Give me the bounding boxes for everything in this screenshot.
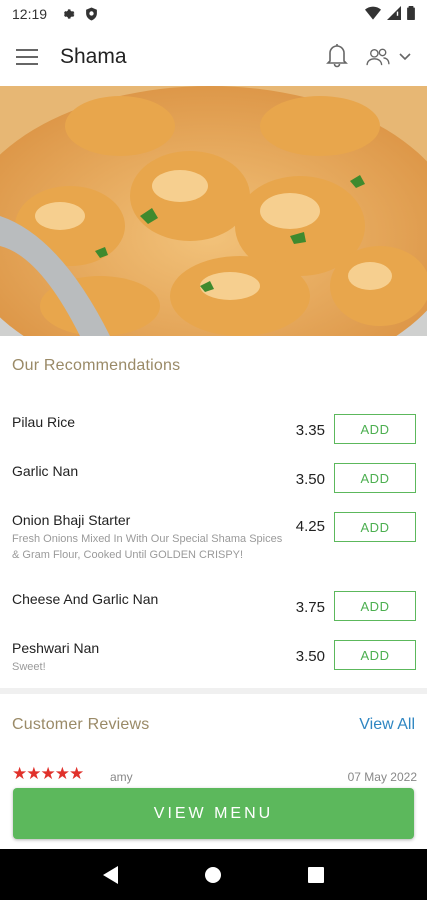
cell-signal-icon	[387, 5, 401, 23]
item-name: Garlic Nan	[12, 463, 79, 479]
review-date: 07 May 2022	[347, 770, 417, 784]
item-price: 3.75	[295, 599, 325, 616]
add-button[interactable]: ADD	[334, 463, 416, 493]
account-switch-icon[interactable]	[365, 47, 411, 67]
item-name: Onion Bhaji Starter	[12, 512, 131, 528]
wifi-icon	[365, 6, 381, 23]
view-menu-button[interactable]: VIEW MENU	[13, 788, 414, 839]
app-bar: Shama	[0, 28, 427, 86]
add-button[interactable]: ADD	[334, 512, 416, 542]
star-rating: ★★★★★	[12, 764, 84, 783]
add-button[interactable]: ADD	[334, 591, 416, 621]
battery-icon	[407, 5, 415, 23]
chevron-down-icon	[399, 53, 411, 61]
home-icon[interactable]	[198, 860, 228, 890]
back-icon[interactable]	[96, 860, 126, 890]
item-name: Cheese And Garlic Nan	[12, 591, 159, 607]
item-price: 3.50	[295, 471, 325, 488]
reviews-heading: Customer Reviews	[12, 716, 150, 733]
view-all-link[interactable]: View All	[359, 716, 415, 734]
status-bar: 12:19	[0, 0, 427, 28]
add-button[interactable]: ADD	[334, 414, 416, 444]
item-price: 3.50	[295, 648, 325, 665]
section-divider	[0, 688, 427, 694]
settings-icon	[61, 7, 75, 21]
reviewer-name: amy	[110, 770, 133, 784]
review-item: ★★★★★ amy 07 May 2022	[12, 764, 417, 784]
item-description: Fresh Onions Mixed In With Our Special S…	[12, 533, 283, 561]
notification-bell-icon[interactable]	[325, 42, 349, 73]
page-title: Shama	[60, 45, 127, 68]
item-price: 4.25	[295, 518, 325, 535]
add-button[interactable]: ADD	[334, 640, 416, 670]
shield-icon	[85, 7, 98, 21]
item-price: 3.35	[295, 422, 325, 439]
hero-food-image	[0, 86, 427, 336]
recommendations-heading: Our Recommendations	[12, 357, 181, 374]
menu-icon[interactable]	[16, 42, 46, 72]
status-time: 12:19	[12, 6, 48, 22]
item-description: Sweet!	[12, 661, 46, 673]
recents-icon[interactable]	[301, 860, 331, 890]
system-nav-bar	[0, 849, 427, 900]
item-name: Peshwari Nan	[12, 640, 100, 656]
item-name: Pilau Rice	[12, 414, 76, 430]
